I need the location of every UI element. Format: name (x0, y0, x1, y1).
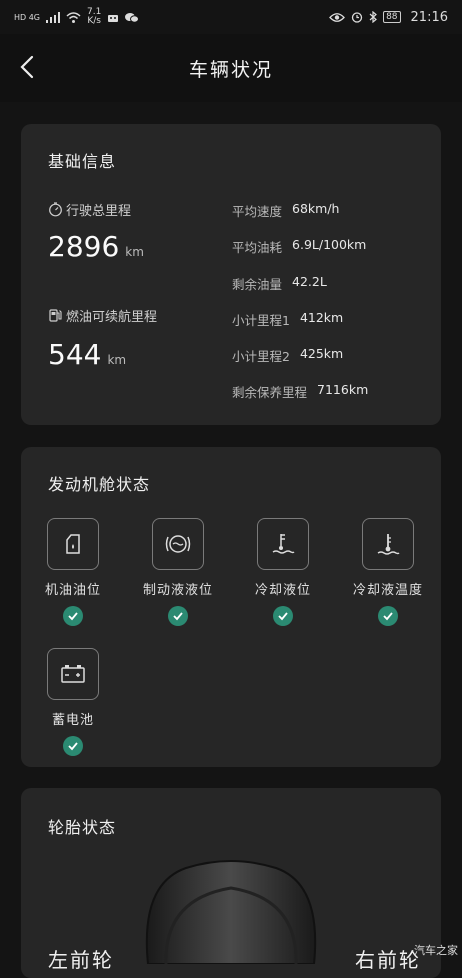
tire-front-left-label: 左前轮 (48, 948, 114, 972)
engine-item-coolant-level[interactable]: 冷却液位 (237, 518, 329, 626)
battery-icon (61, 665, 85, 683)
range-unit: km (107, 353, 127, 367)
tire-status-card: 轮胎状态 左前轮 右前轮 (21, 788, 441, 978)
engine-item-label: 制动液液位 (142, 583, 213, 598)
engine-item-oil-level[interactable]: 机油油位 (27, 518, 119, 626)
check-icon (63, 606, 83, 626)
wechat-icon (125, 12, 140, 23)
stat-value: 68km/h (292, 201, 340, 216)
engine-item-brake-fluid[interactable]: 制动液液位 (132, 518, 224, 626)
odometer-icon (49, 202, 62, 217)
total-mileage-label-text: 行驶总里程 (66, 204, 132, 219)
status-time: 21:16 (410, 9, 448, 25)
range-number: 544 (48, 338, 102, 371)
total-mileage-value: 2896 km (48, 230, 144, 263)
stat-label: 剩余保养里程 (232, 385, 308, 400)
stat-value: 42.2L (292, 274, 327, 289)
network-speed: 7.1 K/s (87, 8, 101, 26)
total-mileage-number: 2896 (48, 230, 120, 263)
coolant-temp-icon (377, 534, 400, 555)
battery-level: 88 (383, 11, 401, 23)
tire-front-right-label: 右前轮 (355, 948, 421, 972)
notification-app-icon (108, 14, 119, 22)
tire-status-title: 轮胎状态 (48, 818, 117, 837)
basic-info-title: 基础信息 (48, 152, 117, 171)
stat-trip-1: 小计里程1 412km (232, 310, 343, 329)
network-speed-unit: K/s (87, 16, 101, 26)
wifi-icon (66, 11, 81, 23)
page-title: 车辆状况 (188, 58, 273, 81)
bluetooth-icon (369, 11, 377, 23)
status-bar: HD 4G 7.1 K/s 88 21:16 (0, 0, 462, 34)
engine-item-battery[interactable]: 蓄电池 (27, 648, 119, 756)
status-bar-right: 88 21:16 (329, 10, 448, 25)
coolant-level-icon (272, 534, 295, 554)
coolant-level-icon-box (257, 518, 309, 570)
engine-item-label: 冷却液位 (254, 583, 311, 598)
brake-fluid-icon-box (152, 518, 204, 570)
signal-icon (46, 11, 61, 23)
stat-trip-2: 小计里程2 425km (232, 346, 343, 365)
coolant-temp-icon-box (362, 518, 414, 570)
back-arrow-icon[interactable] (16, 54, 42, 80)
watermark: 汽车之家 (414, 944, 458, 957)
battery-icon-box (47, 648, 99, 700)
stat-value: 425km (299, 346, 344, 361)
engine-item-label: 机油油位 (44, 583, 101, 598)
range-value: 544 km (48, 338, 126, 371)
engine-item-label: 冷却液温度 (352, 583, 423, 598)
engine-status-card: 发动机舱状态 机油油位 制动液液位 冷却液位 冷却液温度 蓄电池 (21, 447, 441, 767)
stat-label: 小计里程1 (232, 313, 290, 328)
range-label: 燃油可续航里程 (48, 306, 157, 325)
brake-fluid-icon (165, 535, 191, 553)
network-badge: HD 4G (14, 12, 41, 22)
range-label-text: 燃油可续航里程 (66, 310, 158, 325)
stat-value: 7116km (317, 382, 369, 397)
check-icon (168, 606, 188, 626)
check-icon (63, 736, 83, 756)
stat-label: 平均油耗 (232, 240, 283, 255)
status-bar-left: HD 4G 7.1 K/s (14, 8, 140, 26)
stat-avg-speed: 平均速度 68km/h (232, 201, 339, 220)
stat-label: 剩余油量 (232, 277, 283, 292)
engine-status-title: 发动机舱状态 (48, 475, 151, 494)
engine-item-coolant-temp[interactable]: 冷却液温度 (342, 518, 434, 626)
car-top-view-image (145, 860, 317, 964)
oil-can-icon (66, 534, 80, 554)
oil-can-icon-box (47, 518, 99, 570)
stat-label: 小计里程2 (232, 349, 290, 364)
check-icon (378, 606, 398, 626)
stat-label: 平均速度 (232, 204, 283, 219)
total-mileage-label: 行驶总里程 (48, 200, 131, 219)
check-icon (273, 606, 293, 626)
stat-fuel-remaining: 剩余油量 42.2L (232, 274, 327, 293)
basic-info-card: 基础信息 行驶总里程 2896 km 燃油可续航里程 544 km 平均速度 68km… (21, 124, 441, 425)
stat-value: 412km (299, 310, 344, 325)
engine-item-label: 蓄电池 (51, 713, 94, 728)
eye-icon (329, 12, 345, 22)
stat-value: 6.9L/100km (292, 237, 367, 252)
stat-service-remaining: 剩余保养里程 7116km (232, 382, 368, 401)
app-bar: 车辆状况 (0, 34, 462, 102)
alarm-icon (351, 12, 363, 23)
total-mileage-unit: km (125, 245, 144, 259)
stat-avg-fuel: 平均油耗 6.9L/100km (232, 237, 366, 256)
fuel-pump-icon (49, 309, 62, 322)
